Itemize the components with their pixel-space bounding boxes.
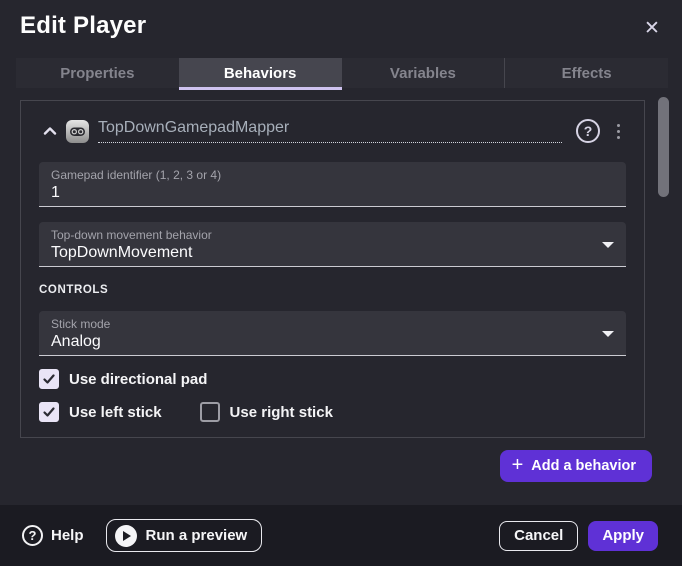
add-behavior-label: Add a behavior [531, 458, 636, 474]
tab-bar: Properties Behaviors Variables Effects [16, 58, 668, 88]
behaviors-panel: TopDownGamepadMapper ? Gamepad identifie… [20, 100, 645, 438]
checkbox-row: Use left stick Use right stick [39, 402, 626, 422]
chevron-down-icon [602, 242, 614, 248]
gamepad-identifier-field[interactable]: Gamepad identifier (1, 2, 3 or 4) 1 [39, 162, 626, 207]
checkbox-label: Use directional pad [69, 371, 207, 388]
checkbox-icon[interactable] [39, 402, 59, 422]
dialog-action-bar: ? Help Run a preview Cancel Apply [0, 505, 682, 566]
checkbox-row: Use directional pad [39, 369, 626, 389]
tab-effects[interactable]: Effects [504, 58, 668, 88]
close-icon[interactable]: ✕ [638, 14, 666, 42]
checkbox-icon[interactable] [200, 402, 220, 422]
checkbox-label: Use left stick [69, 404, 162, 421]
play-icon [115, 525, 137, 547]
page-title: Edit Player [20, 12, 146, 40]
behavior-name-field[interactable]: TopDownGamepadMapper [98, 119, 562, 143]
scrollbar-thumb[interactable] [658, 97, 669, 197]
collapse-chevron-icon[interactable] [37, 118, 63, 144]
behavior-help-icon[interactable]: ? [576, 119, 600, 143]
help-label: Help [51, 527, 84, 544]
behavior-header: TopDownGamepadMapper ? [37, 115, 628, 147]
tab-behaviors[interactable]: Behaviors [179, 58, 342, 88]
checkbox-icon[interactable] [39, 369, 59, 389]
field-value: TopDownMovement [51, 244, 614, 262]
use-left-stick-checkbox[interactable]: Use left stick [39, 402, 162, 422]
help-button[interactable]: ? Help [22, 525, 84, 546]
checkbox-label: Use right stick [230, 404, 333, 421]
run-preview-label: Run a preview [146, 527, 248, 544]
apply-button[interactable]: Apply [588, 521, 658, 551]
cancel-button[interactable]: Cancel [499, 521, 578, 551]
use-directional-pad-checkbox[interactable]: Use directional pad [39, 369, 207, 389]
dialog-header: Edit Player ✕ [0, 0, 682, 56]
field-label: Stick mode [51, 317, 614, 331]
tab-variables[interactable]: Variables [342, 58, 505, 88]
behavior-menu-icon[interactable] [608, 119, 628, 143]
tab-properties[interactable]: Properties [16, 58, 179, 88]
field-value: Analog [51, 333, 614, 351]
gamepad-behavior-icon [65, 119, 90, 144]
stick-mode-select[interactable]: Stick mode Analog [39, 311, 626, 356]
help-icon: ? [22, 525, 43, 546]
chevron-down-icon [602, 331, 614, 337]
edit-object-dialog: Edit Player ✕ Properties Behaviors Varia… [0, 0, 682, 566]
movement-behavior-select[interactable]: Top-down movement behavior TopDownMoveme… [39, 222, 626, 267]
use-right-stick-checkbox[interactable]: Use right stick [200, 402, 333, 422]
controls-section-title: CONTROLS [39, 284, 626, 296]
field-label: Gamepad identifier (1, 2, 3 or 4) [51, 168, 614, 182]
run-preview-button[interactable]: Run a preview [106, 519, 263, 552]
plus-icon: + [512, 455, 524, 475]
add-behavior-button[interactable]: + Add a behavior [500, 450, 652, 482]
field-value: 1 [51, 184, 614, 202]
field-label: Top-down movement behavior [51, 228, 614, 242]
